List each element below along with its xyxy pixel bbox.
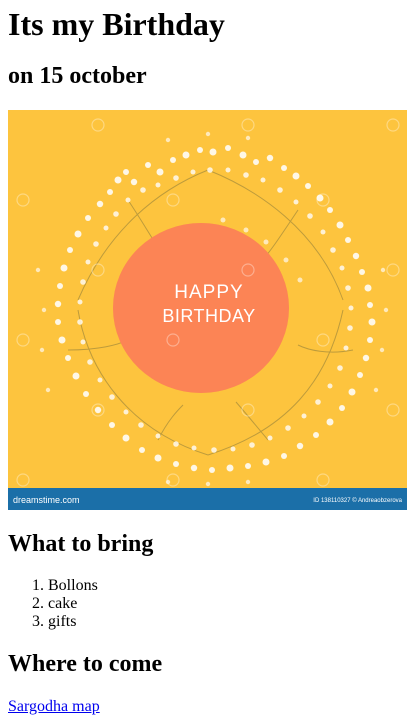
- page-subtitle: on 15 october: [8, 63, 147, 89]
- birthday-image: HAPPY BIRTHDAY dreamstime.com ID 1381103…: [8, 110, 407, 510]
- footer-id: ID 138110327 © Andreaobzerova: [313, 497, 402, 504]
- list-item: cake: [48, 595, 98, 613]
- bring-list: Bollons cake gifts: [8, 577, 98, 631]
- card-line-2: BIRTHDAY: [162, 306, 255, 326]
- map-link[interactable]: Sargodha map: [8, 698, 100, 716]
- page-title: Its my Birthday: [8, 6, 225, 42]
- footer-brand: dreamstime.com: [13, 495, 80, 505]
- list-item: gifts: [48, 613, 98, 631]
- list-item: Bollons: [48, 577, 98, 595]
- location-heading: Where to come: [8, 651, 163, 677]
- card-line-1: HAPPY: [174, 282, 243, 303]
- bring-heading: What to bring: [8, 531, 154, 557]
